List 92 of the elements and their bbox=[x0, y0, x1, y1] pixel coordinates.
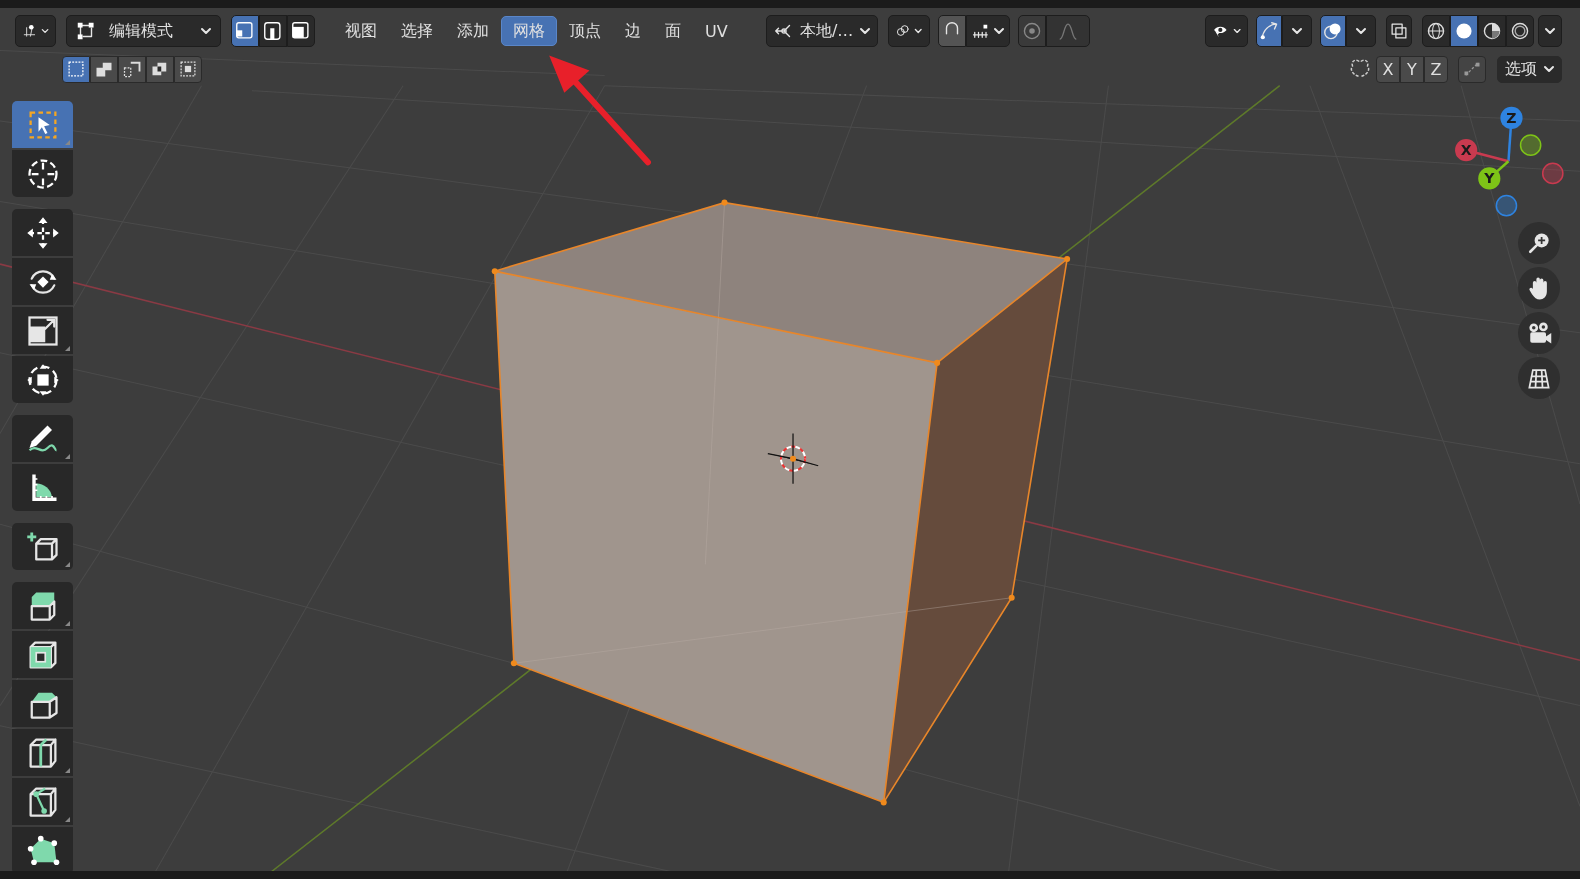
menu-item[interactable]: 选择 bbox=[389, 16, 445, 46]
axis-handle[interactable]: Y bbox=[1478, 167, 1501, 190]
select-box-tool[interactable] bbox=[12, 101, 73, 148]
material-sphere-icon bbox=[1481, 20, 1503, 42]
rendered-shading-button[interactable] bbox=[1506, 15, 1534, 47]
mirror-axis-toggle[interactable]: X bbox=[1376, 55, 1400, 83]
mirror-axis-toggle[interactable]: Z bbox=[1424, 55, 1448, 83]
navigation-gizmo-drawing[interactable]: Z X Y bbox=[1455, 106, 1564, 217]
gizmos-dropdown[interactable] bbox=[1282, 15, 1312, 47]
chevron-down-icon bbox=[1544, 26, 1556, 36]
menu-item[interactable]: 视图 bbox=[333, 16, 389, 46]
inset-tool[interactable] bbox=[12, 631, 73, 678]
wireframe-sphere-icon bbox=[1425, 20, 1447, 42]
mirror-axis-toggle[interactable]: Y bbox=[1400, 55, 1424, 83]
box-select-difference-button[interactable] bbox=[146, 55, 174, 83]
auto-merge-toggle[interactable] bbox=[1458, 55, 1486, 83]
zoom-button[interactable] bbox=[1518, 222, 1560, 264]
cursor-tool[interactable] bbox=[12, 150, 73, 197]
chevron-down-icon bbox=[40, 26, 49, 36]
overlays-dropdown[interactable] bbox=[1346, 15, 1376, 47]
scale-tool[interactable] bbox=[12, 307, 73, 354]
3d-cursor-icon bbox=[767, 432, 819, 485]
gizmos-toggle[interactable] bbox=[1256, 15, 1282, 47]
mode-label: 编辑模式 bbox=[109, 20, 174, 42]
move-tool[interactable] bbox=[12, 209, 73, 256]
chevron-down-icon bbox=[914, 26, 923, 36]
axis-handle[interactable]: Z bbox=[1500, 106, 1523, 130]
material-shading-button[interactable] bbox=[1478, 15, 1506, 47]
chevron-down-icon bbox=[858, 26, 871, 36]
falloff-dropdown[interactable] bbox=[1045, 15, 1090, 47]
chevron-down-icon bbox=[200, 26, 212, 36]
options-label: 选项 bbox=[1504, 58, 1537, 80]
measure-tool[interactable] bbox=[12, 464, 73, 511]
chevron-down-icon bbox=[992, 26, 1005, 36]
editor-type-button[interactable] bbox=[15, 15, 56, 47]
knife-tool[interactable] bbox=[12, 778, 73, 825]
mode-dropdown[interactable]: 编辑模式 bbox=[66, 15, 221, 47]
cube-mesh-drawing[interactable] bbox=[491, 199, 1071, 806]
pan-button[interactable] bbox=[1518, 267, 1560, 309]
gizmo-arc-icon bbox=[1258, 20, 1280, 42]
menu-item[interactable]: UV bbox=[693, 16, 740, 46]
visibility-dropdown[interactable] bbox=[1205, 15, 1248, 47]
ortho-toggle-button[interactable] bbox=[1518, 357, 1560, 399]
box-select-extend-button[interactable] bbox=[90, 55, 118, 83]
menu-item[interactable]: 边 bbox=[613, 16, 653, 46]
menu-item[interactable]: 添加 bbox=[445, 16, 501, 46]
box-select-subtract-icon bbox=[122, 59, 142, 79]
rotate-tool[interactable] bbox=[12, 258, 73, 305]
transform-tool[interactable] bbox=[12, 356, 73, 403]
box-select-intersect-button[interactable] bbox=[174, 55, 202, 83]
snap-target-dropdown[interactable] bbox=[965, 15, 1010, 47]
chevron-down-icon bbox=[1291, 26, 1303, 36]
poly-build-tool[interactable] bbox=[12, 827, 73, 874]
wireframe-shading-button[interactable] bbox=[1422, 15, 1450, 47]
add-cube-tool[interactable] bbox=[12, 523, 73, 570]
box-select-intersect-icon bbox=[178, 59, 198, 79]
proportional-edit-toggle[interactable] bbox=[1017, 15, 1046, 47]
annotate-tool[interactable] bbox=[12, 415, 73, 462]
negative-axis-handle[interactable] bbox=[1495, 194, 1518, 217]
negative-axis-handle[interactable] bbox=[1519, 134, 1542, 156]
box-select-new-icon bbox=[66, 59, 86, 79]
overlays-toggle[interactable] bbox=[1320, 15, 1346, 47]
xray-squares-icon bbox=[1389, 21, 1409, 41]
shading-dropdown[interactable] bbox=[1538, 15, 1562, 47]
rendered-sphere-icon bbox=[1509, 20, 1531, 42]
menu-item[interactable]: 网格 bbox=[501, 16, 557, 46]
loop-cut-tool[interactable] bbox=[12, 729, 73, 776]
extrude-tool[interactable] bbox=[12, 582, 73, 629]
edge-select-button[interactable] bbox=[259, 15, 287, 47]
mesh-vertices-icon bbox=[75, 20, 97, 42]
chevron-down-icon bbox=[1542, 64, 1555, 74]
solid-shading-button[interactable] bbox=[1450, 15, 1478, 47]
menu-item[interactable]: 顶点 bbox=[557, 16, 613, 46]
camera-button[interactable] bbox=[1518, 312, 1560, 354]
vertex-select-icon bbox=[234, 20, 256, 42]
face-select-icon bbox=[290, 20, 312, 42]
snap-toggle[interactable] bbox=[937, 15, 966, 47]
edge-select-icon bbox=[262, 20, 284, 42]
chevron-down-icon bbox=[1355, 26, 1367, 36]
negative-axis-handle[interactable] bbox=[1541, 162, 1564, 185]
pivot-point-dropdown[interactable] bbox=[887, 15, 930, 47]
vertex-select-button[interactable] bbox=[231, 15, 259, 47]
xray-toggle[interactable] bbox=[1386, 15, 1412, 47]
menu-item[interactable]: 面 bbox=[653, 16, 693, 46]
orientation-dropdown[interactable]: 本地/… bbox=[765, 15, 878, 47]
box-select-new-button[interactable] bbox=[62, 55, 90, 83]
bevel-tool[interactable] bbox=[12, 680, 73, 727]
box-select-subtract-button[interactable] bbox=[118, 55, 146, 83]
chevron-down-icon bbox=[1232, 26, 1241, 36]
options-dropdown[interactable]: 选项 bbox=[1497, 55, 1562, 83]
orientation-label: 本地/… bbox=[799, 20, 854, 42]
face-select-button[interactable] bbox=[287, 15, 315, 47]
